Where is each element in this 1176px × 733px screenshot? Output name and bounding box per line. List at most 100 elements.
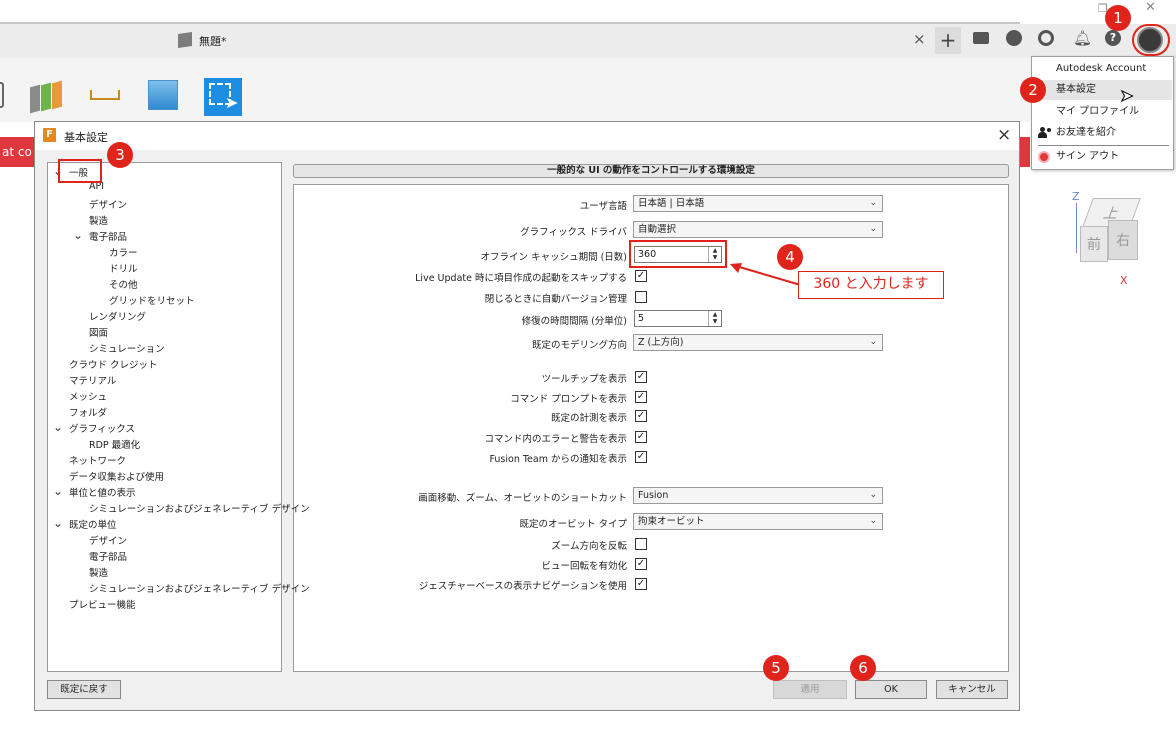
tree-item[interactable]: レンダリング <box>89 309 146 323</box>
new-tab-button[interactable]: + <box>935 27 961 54</box>
tree-item[interactable]: グラフィックス <box>69 421 135 435</box>
close-tab-icon[interactable]: × <box>913 30 926 48</box>
tree-item[interactable]: シミュレーション <box>89 341 165 355</box>
close-window-icon[interactable]: ✕ <box>1145 0 1156 15</box>
highlight-offline-cache <box>629 240 727 268</box>
dialog-close-button[interactable]: × <box>997 125 1011 145</box>
live-update-checkbox[interactable]: ✓ <box>635 270 647 282</box>
default-orbit-select[interactable]: 拘束オービット ⌄ <box>633 513 883 530</box>
show-tooltips-checkbox[interactable]: ✓ <box>635 371 647 383</box>
default-orbit-value: 拘束オービット <box>638 516 705 527</box>
menu-item-autodesk-account[interactable]: Autodesk Account <box>1033 59 1172 79</box>
recovery-interval-value: 5 <box>638 313 645 324</box>
notification-bell-icon[interactable]: 🔔︎ <box>1073 29 1092 47</box>
comment-icon[interactable] <box>973 32 989 44</box>
viewcube[interactable]: Z 上 前 右 X <box>1072 188 1152 287</box>
insert-image-icon[interactable] <box>148 80 178 110</box>
label-enable-view-rotate: ビュー回転を有効化 <box>541 561 627 572</box>
tree-item[interactable]: カラー <box>109 245 138 259</box>
panel-orange <box>52 80 62 110</box>
tree-item[interactable]: RDP 最適化 <box>89 437 140 451</box>
label-show-tooltips: ツールチップを表示 <box>541 374 627 385</box>
apply-button[interactable]: 適用 <box>773 680 847 699</box>
label-reverse-zoom: ズーム方向を反転 <box>551 541 627 552</box>
chevron-down-icon: ⌄ <box>869 198 877 208</box>
tree-chevron-icon[interactable]: ⌄ <box>53 516 63 530</box>
graphics-driver-select[interactable]: 自動選択 ⌄ <box>633 221 883 238</box>
menu-item-refer-friends[interactable]: お友達を紹介 <box>1033 123 1172 143</box>
show-fusion-team-checkbox[interactable]: ✓ <box>635 451 647 463</box>
modeling-direction-select[interactable]: Z (上方向) ⌄ <box>633 334 883 351</box>
tree-item[interactable]: 単位と値の表示 <box>69 485 136 499</box>
tree-item[interactable]: フォルダ <box>69 405 107 419</box>
tree-item[interactable]: ネットワーク <box>69 453 126 467</box>
viewcube-front-face[interactable]: 前 <box>1080 226 1108 262</box>
tree-item[interactable]: メッシュ <box>69 389 107 403</box>
show-default-measure-checkbox[interactable]: ✓ <box>635 410 647 422</box>
panel-gray <box>30 84 40 114</box>
callout-box: 360 と入力します <box>798 271 944 299</box>
select-tool-icon[interactable]: ➤ <box>204 78 242 116</box>
enable-view-rotate-checkbox[interactable]: ✓ <box>635 558 647 570</box>
job-status-icon[interactable] <box>1038 30 1054 46</box>
tree-item[interactable]: 製造 <box>89 213 108 227</box>
app-title-bar <box>0 0 1176 24</box>
recovery-interval-input[interactable]: 5 ▲ ▼ <box>634 310 722 327</box>
tree-item[interactable]: 電子部品 <box>89 549 127 563</box>
tree-item[interactable]: その他 <box>109 277 138 291</box>
gesture-nav-checkbox[interactable]: ✓ <box>635 578 647 590</box>
show-command-errors-checkbox[interactable]: ✓ <box>635 431 647 443</box>
auto-version-checkbox[interactable] <box>635 291 647 303</box>
tree-item[interactable]: グリッドをリセット <box>109 293 195 307</box>
menu-item-preferences[interactable]: 基本設定 <box>1033 80 1172 100</box>
label-auto-version: 閉じるときに自動バージョン管理 <box>484 294 627 305</box>
step-badge-3: 3 <box>107 142 133 168</box>
tree-item[interactable]: クラウド クレジット <box>69 357 158 371</box>
tree-chevron-icon[interactable]: ⌄ <box>73 228 83 242</box>
tree-item[interactable]: マテリアル <box>69 373 116 387</box>
tree-item[interactable]: データ収集および使用 <box>69 469 164 483</box>
tree-item[interactable]: プレビュー機能 <box>69 597 136 611</box>
tree-chevron-icon[interactable]: ⌄ <box>53 420 63 434</box>
tree-item[interactable]: デザイン <box>89 197 127 211</box>
document-icon <box>178 32 192 48</box>
show-command-prompt-checkbox[interactable]: ✓ <box>635 391 647 403</box>
tree-item[interactable]: 製造 <box>89 565 108 579</box>
tree-item[interactable]: 電子部品 <box>89 229 127 243</box>
modeling-direction-value: Z (上方向) <box>638 337 684 348</box>
label-show-command-prompt: コマンド プロンプトを表示 <box>510 394 627 405</box>
label-show-default-measure: 既定の計測を表示 <box>550 413 627 424</box>
step-badge-1: 1 <box>1105 5 1131 31</box>
appearance-tool-icon[interactable] <box>30 80 62 114</box>
document-tab-title[interactable]: 無題* <box>199 33 227 49</box>
label-graphics-driver: グラフィックス ドライバ <box>520 227 627 238</box>
tree-item[interactable]: 既定の単位 <box>69 517 117 531</box>
extension-icon[interactable] <box>1006 30 1022 46</box>
label-gesture-nav: ジェスチャーベースの表示ナビゲーションを使用 <box>418 581 627 592</box>
tree-item[interactable]: 図面 <box>89 325 108 339</box>
mouse-cursor-icon: ➤ <box>1119 86 1134 106</box>
ok-button[interactable]: OK <box>855 680 927 699</box>
restore-defaults-button[interactable]: 既定に戻す <box>47 680 121 699</box>
viewcube-right-face[interactable]: 右 <box>1108 220 1138 260</box>
label-live-update: Live Update 時に項目作成の起動をスキップする <box>415 273 627 284</box>
dialog-title-bar: F 基本設定 × <box>35 122 1019 150</box>
user-language-select[interactable]: 日本語 | 日本語 ⌄ <box>633 195 883 212</box>
promo-banner[interactable]: at co <box>0 137 38 167</box>
box-tool-icon[interactable] <box>0 82 4 108</box>
menu-item-sign-out[interactable]: サイン アウト <box>1033 147 1172 167</box>
tree-item[interactable]: ドリル <box>109 261 138 275</box>
measure-tool-icon[interactable] <box>90 90 120 100</box>
tree-item[interactable]: シミュレーションおよびジェネレーティブ デザイン <box>89 501 310 515</box>
step-badge-2: 2 <box>1020 77 1046 103</box>
spinner-arrows-icon[interactable]: ▲ ▼ <box>708 311 721 326</box>
pan-zoom-shortcut-select[interactable]: Fusion ⌄ <box>633 487 883 504</box>
cancel-button[interactable]: キャンセル <box>936 680 1008 699</box>
menu-item-my-profile[interactable]: マイ プロファイル <box>1033 102 1172 122</box>
reverse-zoom-checkbox[interactable] <box>635 538 647 550</box>
help-icon[interactable]: ? <box>1105 30 1121 46</box>
tree-item[interactable]: デザイン <box>89 533 127 547</box>
label-show-command-errors: コマンド内のエラーと警告を表示 <box>484 434 627 445</box>
tree-item[interactable]: シミュレーションおよびジェネレーティブ デザイン <box>89 581 310 595</box>
tree-chevron-icon[interactable]: ⌄ <box>53 484 63 498</box>
